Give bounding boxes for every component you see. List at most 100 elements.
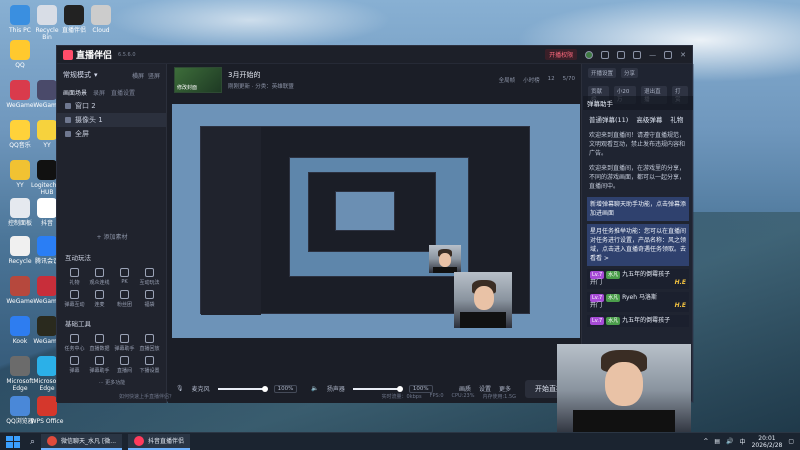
- message-icon[interactable]: [601, 50, 610, 59]
- power-icon: [145, 356, 154, 365]
- tool-danmaku-helper[interactable]: 弹幕助手: [88, 356, 111, 374]
- camera-icon: [65, 117, 71, 123]
- scene-label: 窗口 2: [75, 102, 96, 110]
- taskbar-app-label: 微信聊天_水凡 [微...: [61, 438, 117, 445]
- tool-replay[interactable]: 直播回放: [138, 334, 161, 352]
- preview-camera: [454, 272, 512, 328]
- more-features-button[interactable]: ··· 更多功能: [57, 376, 167, 386]
- game-icon: [145, 268, 154, 277]
- avatar[interactable]: [585, 50, 594, 59]
- taskbar-app-live-assistant[interactable]: 抖音直播伴侣: [128, 433, 191, 450]
- fps: FPS:0: [429, 393, 444, 399]
- danmaku-user[interactable]: 九五年的倒霉孩子: [622, 317, 670, 324]
- network-icon[interactable]: ▤: [714, 438, 720, 445]
- stream-preview[interactable]: [172, 104, 580, 338]
- tool-danmaku[interactable]: 弹幕互动: [63, 290, 86, 308]
- mic-volume-slider[interactable]: [217, 385, 268, 392]
- stream-cover[interactable]: 修改封面: [174, 67, 222, 93]
- tool-lucky-bag[interactable]: 福袋: [138, 290, 161, 308]
- wechat-icon: [47, 435, 58, 446]
- tool-fans[interactable]: 粉丝团: [113, 290, 136, 308]
- tool-danmaku-assistant[interactable]: 弹幕助手: [113, 334, 136, 352]
- tool-end-settings[interactable]: 下播设置: [138, 356, 161, 374]
- tool-interactive[interactable]: 互动玩法: [138, 268, 161, 286]
- danmaku-title: 弹幕助手: [583, 96, 693, 110]
- level-badge: Lv.7: [590, 271, 605, 279]
- app-logo: 直播伴侣 6.5.6.0: [63, 48, 136, 61]
- counter-value: 5/70: [562, 76, 575, 82]
- windows-start-button[interactable]: [6, 435, 20, 448]
- minimize-button[interactable]: —: [649, 51, 656, 59]
- settings-icon[interactable]: [633, 50, 642, 59]
- tab-settings[interactable]: 直播设置: [111, 88, 135, 97]
- interact-section-title: 互动玩法: [65, 254, 91, 262]
- tool-co-host[interactable]: 连麦: [88, 290, 111, 308]
- notification-icon[interactable]: ▢: [788, 438, 794, 445]
- tool-live-room[interactable]: 直播间: [113, 356, 136, 374]
- input-language[interactable]: 中: [740, 437, 746, 446]
- scene-item[interactable]: 窗口 2: [57, 99, 166, 113]
- speaker-volume-slider[interactable]: [352, 385, 403, 392]
- gift-icon[interactable]: [617, 50, 626, 59]
- comment-icon: [70, 356, 79, 365]
- danmaku-notice: 欢迎来到直播间，在游戏里的分享，不同的游戏画面，都可以一起分享，直播间中。: [589, 165, 686, 190]
- scene-item[interactable]: 全屏: [57, 127, 166, 141]
- close-button[interactable]: ✕: [680, 51, 686, 59]
- danmaku-text: 开门: [590, 302, 603, 309]
- search-icon[interactable]: ⌕: [30, 437, 35, 447]
- helper-icon: [95, 356, 104, 365]
- help-link[interactable]: 如何快速上手直播伴侣？: [119, 393, 174, 400]
- tool-gift[interactable]: 礼物: [63, 268, 86, 286]
- fan-badge: 水凡: [606, 294, 621, 302]
- landscape-toggle[interactable]: 横屏: [132, 71, 144, 80]
- tool-task-center[interactable]: 任务中心: [63, 334, 86, 352]
- hour-rank[interactable]: 小时榜: [523, 76, 540, 84]
- cpu: CPU:23%: [451, 393, 475, 399]
- danmaku-message[interactable]: Lv.7 水凡 九五年的倒霉孩子 开门 H.E: [587, 269, 689, 289]
- tool-live-data[interactable]: 直播数据: [88, 334, 111, 352]
- tab-advanced-danmaku[interactable]: 高级弹幕: [636, 114, 662, 124]
- portrait-toggle[interactable]: 竖屏: [148, 71, 160, 80]
- clock-time: 20:01: [758, 434, 776, 442]
- taskbar-app-wechat[interactable]: 微信聊天_水凡 [微...: [41, 433, 123, 450]
- share-button[interactable]: 分享: [621, 68, 639, 78]
- scene-label: 摄像头 1: [75, 116, 103, 124]
- danmaku-user[interactable]: Ryeh 马洛斯: [622, 294, 657, 301]
- tab-scenes[interactable]: 画面场景: [63, 88, 87, 97]
- danmaku-message[interactable]: Lv.7 水凡 Ryeh 马洛斯 开门 H.E: [587, 292, 689, 312]
- center-panel: 修改封面 3月开始的 刚刚更新 · 分类：英雄联盟 全局帧 小时榜 12 5/7…: [168, 64, 581, 403]
- tab-normal-danmaku[interactable]: 普通弹幕(11): [589, 114, 628, 124]
- desktop-icon-cloud[interactable]: Cloud: [84, 5, 118, 34]
- stream-title[interactable]: 3月开始的: [228, 70, 294, 80]
- rank-value: 12: [547, 76, 555, 82]
- chevron-down-icon[interactable]: ▾: [94, 71, 98, 79]
- global-frame-toggle[interactable]: 全局帧: [499, 76, 516, 84]
- clock[interactable]: 20:01 2026/2/28: [752, 435, 783, 449]
- cover-label: 修改封面: [177, 85, 198, 91]
- tool-pk[interactable]: PK: [113, 268, 136, 286]
- maximize-button[interactable]: [664, 50, 673, 59]
- window-icon: [65, 103, 71, 109]
- system-tray: ^ ▤ 🔊 中 20:01 2026/2/28 ▢: [703, 435, 800, 449]
- volume-icon[interactable]: 🔊: [726, 438, 733, 445]
- add-source-button[interactable]: + 添加素材: [57, 232, 167, 241]
- tab-gifts[interactable]: 礼物: [670, 114, 683, 124]
- desktop-icon-qq[interactable]: QQ: [3, 40, 37, 69]
- chevron-up-icon[interactable]: ^: [703, 438, 708, 445]
- danmaku-user[interactable]: 九五年的倒霉孩子: [622, 271, 670, 278]
- danmaku-task[interactable]: 星月任务推举功能：您可以在直播间对任务进行设置，产品名称：风之领域，点击进入直播…: [587, 224, 689, 266]
- tool-audience-link[interactable]: 观众连线: [88, 268, 111, 286]
- tool-danmaku-2[interactable]: 弹幕: [63, 356, 86, 374]
- scene-item[interactable]: 摄像头 1: [57, 113, 166, 127]
- danmaku-panel: 弹幕助手 普通弹幕(11) 高级弹幕 礼物 欢迎来到直播间！请遵守直播规范，文明…: [583, 96, 693, 376]
- danmaku-message[interactable]: Lv.7 水凡 九五年的倒霉孩子: [587, 315, 689, 327]
- live-settings-button[interactable]: 开播设置: [588, 68, 617, 78]
- nested-window-4: [335, 191, 395, 231]
- mode-selector[interactable]: 常规模式: [63, 70, 91, 80]
- live-permission-badge[interactable]: 开播权限: [545, 49, 578, 60]
- webcam-overlay[interactable]: [557, 344, 691, 436]
- danmaku-highlight[interactable]: 新增弹幕聊天助手功能，点击弹幕添加进画面: [587, 197, 689, 221]
- gift-icon: [70, 268, 79, 277]
- danmaku-tabs: 普通弹幕(11) 高级弹幕 礼物: [583, 110, 693, 128]
- tab-record[interactable]: 录屏: [93, 88, 105, 97]
